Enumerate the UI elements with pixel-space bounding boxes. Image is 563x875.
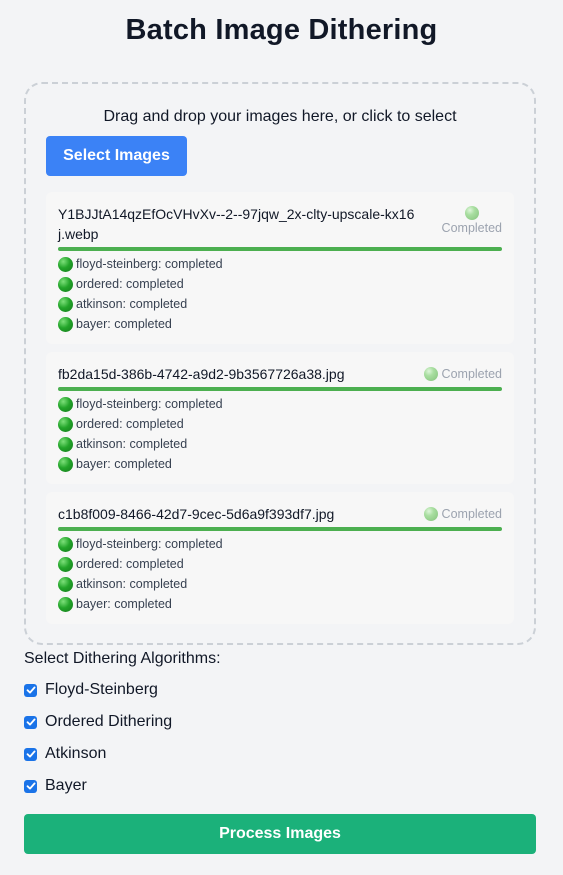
algorithm-status: bayer: completed [76,597,172,611]
file-status: Completed [423,507,502,521]
list-item: atkinson: completed [58,434,502,454]
list-item: bayer: completed [58,314,502,334]
status-dot-icon [464,206,479,220]
file-name: fb2da15d-386b-4742-a9d2-9b3567726a38.jpg [58,366,345,382]
checkbox-atkinson[interactable]: Atkinson [24,745,106,763]
progress-bar [58,527,502,531]
file-dropzone[interactable]: Drag and drop your images here, or click… [24,82,536,645]
status-dot-icon [423,367,438,381]
progress-bar [58,247,502,251]
process-images-button[interactable]: Process Images [24,814,536,854]
green-circle-icon [58,316,73,332]
file-status: Completed [442,206,502,235]
checkbox-bayer[interactable]: Bayer [24,777,87,795]
green-circle-icon [58,596,73,612]
status-dot-icon [423,507,438,521]
algorithm-status: bayer: completed [76,317,172,331]
file-status: Completed [423,367,502,381]
file-name: Y1BJJtA14qzEfOcVHvXv--2--97jqw_2x-clty-u… [58,206,415,242]
list-item: floyd-steinberg: completed [58,394,502,414]
green-circle-icon [58,456,73,472]
algorithm-status: atkinson: completed [76,577,188,591]
progress-bar [58,387,502,391]
dropzone-instruction: Drag and drop your images here, or click… [103,108,457,125]
algorithm-status-list: floyd-steinberg: completed ordered: comp… [58,534,502,614]
checkbox-label: Bayer [45,777,87,794]
checkbox-label: Floyd-Steinberg [45,681,158,698]
list-item: atkinson: completed [58,574,502,594]
algorithm-status: ordered: completed [76,557,184,571]
list-item: ordered: completed [58,414,502,434]
list-item: bayer: completed [58,454,502,474]
green-circle-icon [58,276,73,292]
list-item: bayer: completed [58,594,502,614]
list-item: ordered: completed [58,554,502,574]
green-circle-icon [58,256,73,272]
checkbox-label: Atkinson [45,745,107,762]
checkbox-ordered-dithering[interactable]: Ordered Dithering [24,713,172,731]
green-circle-icon [58,576,73,592]
checkbox-floyd-steinberg[interactable]: Floyd-Steinberg [24,681,158,699]
green-circle-icon [58,536,73,552]
list-item: ordered: completed [58,274,502,294]
checkbox-label: Ordered Dithering [45,713,173,730]
page-title: Batch Image Dithering [125,14,438,46]
list-item: floyd-steinberg: completed [58,254,502,274]
green-circle-icon [58,396,73,412]
algorithm-status-list: floyd-steinberg: completed ordered: comp… [58,394,502,474]
checkbox-checked-icon[interactable] [24,747,37,761]
algorithm-status: atkinson: completed [76,297,188,311]
algorithm-status: floyd-steinberg: completed [76,397,223,411]
checkbox-checked-icon[interactable] [24,779,37,793]
list-item: atkinson: completed [58,294,502,314]
algorithm-status: atkinson: completed [76,437,188,451]
file-card: Y1BJJtA14qzEfOcVHvXv--2--97jqw_2x-clty-u… [46,192,514,344]
status-text: Completed [441,367,502,381]
file-name: c1b8f009-8466-42d7-9cec-5d6a9f393df7.jpg [58,506,335,522]
algorithm-status: ordered: completed [76,417,184,431]
checkbox-checked-icon[interactable] [24,715,37,729]
algorithm-status: floyd-steinberg: completed [76,257,223,271]
algorithm-status-list: floyd-steinberg: completed ordered: comp… [58,254,502,334]
algorithm-status: floyd-steinberg: completed [76,537,223,551]
algorithms-heading: Select Dithering Algorithms: [24,650,221,667]
file-card: c1b8f009-8466-42d7-9cec-5d6a9f393df7.jpg… [46,492,514,624]
select-images-button[interactable]: Select Images [46,136,187,176]
green-circle-icon [58,436,73,452]
algorithm-status: ordered: completed [76,277,184,291]
status-text: Completed [441,221,502,235]
green-circle-icon [58,556,73,572]
file-card: fb2da15d-386b-4742-a9d2-9b3567726a38.jpg… [46,352,514,484]
algorithm-status: bayer: completed [76,457,172,471]
list-item: floyd-steinberg: completed [58,534,502,554]
green-circle-icon [58,296,73,312]
checkbox-checked-icon[interactable] [24,683,37,697]
status-text: Completed [441,507,502,521]
green-circle-icon [58,416,73,432]
